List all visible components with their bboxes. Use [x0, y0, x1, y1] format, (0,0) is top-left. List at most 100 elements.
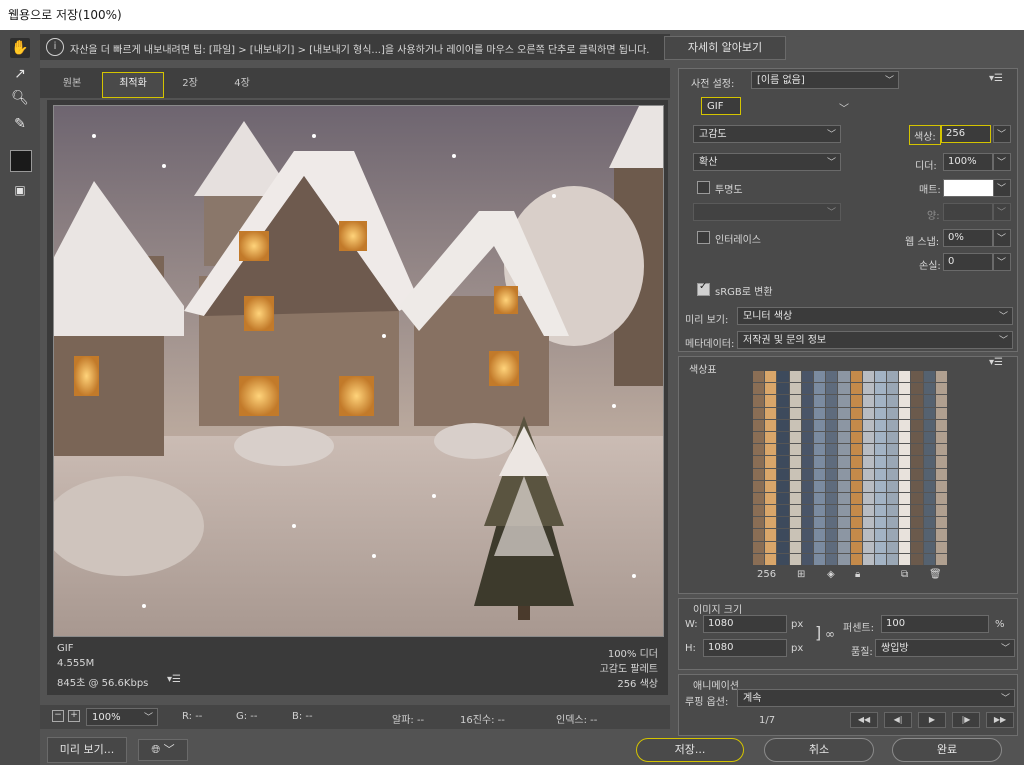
palette-swatch[interactable]: [753, 541, 765, 553]
dither-dropdown[interactable]: ﹀: [993, 153, 1011, 171]
palette-swatch[interactable]: [850, 505, 862, 517]
palette-swatch[interactable]: [789, 492, 801, 505]
palette-swatch[interactable]: [923, 468, 935, 480]
palette-swatch[interactable]: [887, 407, 899, 419]
zoom-in-icon[interactable]: +: [68, 710, 80, 722]
looping-select[interactable]: 계속 ﹀: [737, 689, 1015, 707]
palette-swatch[interactable]: [826, 395, 838, 407]
zoom-out-icon[interactable]: −: [52, 710, 64, 722]
done-button[interactable]: 완료: [892, 738, 1002, 762]
palette-swatch[interactable]: [850, 553, 862, 565]
palette-swatch[interactable]: [801, 383, 813, 395]
palette-swatch[interactable]: [887, 456, 899, 468]
palette-swatch[interactable]: [813, 517, 826, 529]
palette-swatch[interactable]: [765, 444, 777, 456]
transparency-checkbox[interactable]: [697, 181, 710, 194]
play-icon[interactable]: ▶: [918, 712, 946, 728]
palette-swatch[interactable]: [911, 517, 923, 529]
palette-swatch[interactable]: [850, 431, 862, 444]
palette-swatch[interactable]: [935, 371, 947, 383]
palette-swatch[interactable]: [899, 383, 911, 395]
palette-swatch[interactable]: [813, 505, 826, 517]
palette-swatch[interactable]: [801, 492, 813, 505]
palette-swatch[interactable]: [935, 407, 947, 419]
palette-swatch[interactable]: [826, 383, 838, 395]
palette-swatch[interactable]: [826, 505, 838, 517]
palette-swatch[interactable]: [850, 456, 862, 468]
palette-swatch[interactable]: [862, 444, 874, 456]
palette-swatch[interactable]: [753, 419, 765, 431]
palette-swatch[interactable]: [887, 480, 899, 492]
palette-swatch[interactable]: [911, 431, 923, 444]
palette-swatch[interactable]: [765, 541, 777, 553]
eyedropper-color-swatch[interactable]: [10, 150, 32, 172]
palette-swatch[interactable]: [826, 468, 838, 480]
palette-swatch[interactable]: [813, 541, 826, 553]
palette-swatch[interactable]: [801, 419, 813, 431]
palette-swatch[interactable]: [862, 419, 874, 431]
palette-swatch[interactable]: [862, 492, 874, 505]
palette-swatch[interactable]: [935, 468, 947, 480]
palette-swatch[interactable]: [899, 517, 911, 529]
palette-swatch[interactable]: [826, 419, 838, 431]
palette-swatch[interactable]: [899, 456, 911, 468]
palette-swatch[interactable]: [899, 371, 911, 383]
metadata-select[interactable]: 저작권 및 문의 정보 ﹀: [737, 331, 1013, 349]
palette-swatch[interactable]: [935, 456, 947, 468]
colors-dropdown[interactable]: ﹀: [993, 125, 1011, 143]
palette-swatch[interactable]: [874, 395, 887, 407]
palette-swatch[interactable]: [862, 468, 874, 480]
palette-swatch[interactable]: [801, 444, 813, 456]
palette-swatch[interactable]: [923, 505, 935, 517]
palette-swatch[interactable]: [935, 444, 947, 456]
palette-swatch[interactable]: [862, 456, 874, 468]
preview-canvas[interactable]: GIF 4.555M 845초 @ 56.6Kbps ▾☰ 100% 디더 고감…: [47, 100, 668, 695]
palette-swatch[interactable]: [826, 492, 838, 505]
palette-swatch[interactable]: [801, 431, 813, 444]
palette-swatch[interactable]: [935, 529, 947, 541]
palette-swatch[interactable]: [911, 456, 923, 468]
palette-swatch[interactable]: [826, 456, 838, 468]
palette-swatch[interactable]: [874, 505, 887, 517]
eyedropper-icon[interactable]: ✎: [10, 114, 30, 134]
palette-swatch[interactable]: [935, 383, 947, 395]
palette-swatch[interactable]: [801, 505, 813, 517]
palette-swatch[interactable]: [826, 541, 838, 553]
palette-swatch[interactable]: [777, 492, 789, 505]
palette-swatch[interactable]: [789, 468, 801, 480]
palette-swatch[interactable]: [923, 541, 935, 553]
palette-swatch[interactable]: [850, 468, 862, 480]
palette-swatch[interactable]: [899, 468, 911, 480]
palette-swatch[interactable]: [777, 444, 789, 456]
palette-swatch[interactable]: [862, 553, 874, 565]
palette-swatch[interactable]: [753, 529, 765, 541]
palette-swatch[interactable]: [765, 371, 777, 383]
palette-swatch[interactable]: [838, 517, 850, 529]
palette-swatch[interactable]: [899, 492, 911, 505]
palette-swatch[interactable]: [874, 371, 887, 383]
palette-swatch[interactable]: [850, 444, 862, 456]
palette-swatch[interactable]: [923, 419, 935, 431]
palette-swatch[interactable]: [789, 529, 801, 541]
palette-swatch[interactable]: [777, 468, 789, 480]
palette-swatch[interactable]: [801, 395, 813, 407]
palette-swatch[interactable]: [777, 517, 789, 529]
palette-swatch[interactable]: [874, 431, 887, 444]
palette-swatch[interactable]: [826, 431, 838, 444]
palette-swatch[interactable]: [789, 480, 801, 492]
palette-swatch[interactable]: [777, 419, 789, 431]
palette-swatch[interactable]: [838, 553, 850, 565]
prev-frame-icon[interactable]: ◀|: [884, 712, 912, 728]
palette-swatch[interactable]: [801, 407, 813, 419]
palette-swatch[interactable]: [887, 383, 899, 395]
palette-swatch[interactable]: [801, 480, 813, 492]
palette-swatch[interactable]: [887, 395, 899, 407]
palette-swatch[interactable]: [911, 444, 923, 456]
palette-swatch[interactable]: [753, 480, 765, 492]
palette-swatch[interactable]: [862, 505, 874, 517]
palette-swatch[interactable]: [923, 456, 935, 468]
constrain-link-icon[interactable]: ]: [815, 623, 821, 642]
palette-swatch[interactable]: [789, 541, 801, 553]
palette-swatch[interactable]: [874, 480, 887, 492]
palette-swatch[interactable]: [777, 541, 789, 553]
